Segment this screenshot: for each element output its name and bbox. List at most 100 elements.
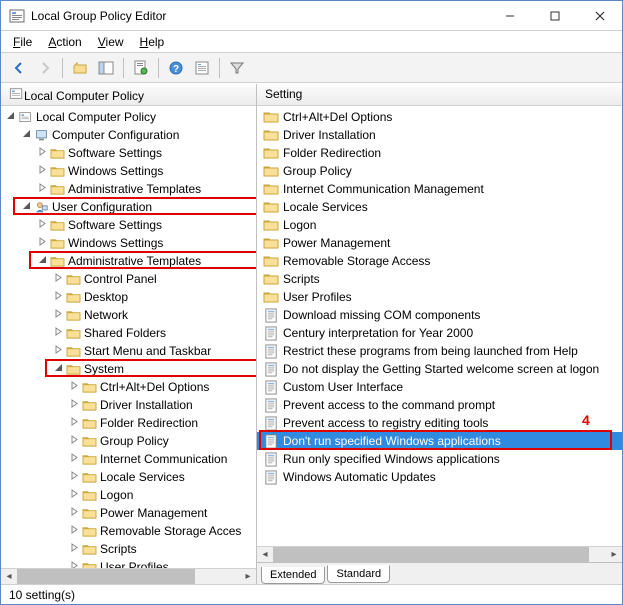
tree-horizontal-scrollbar[interactable]: ◂ ▸ bbox=[1, 568, 256, 584]
tree-item[interactable]: Windows Settings bbox=[3, 234, 256, 252]
expand-icon[interactable] bbox=[67, 507, 81, 519]
tree-item[interactable]: Desktop bbox=[3, 288, 256, 306]
list-item[interactable]: Don't run specified Windows applications bbox=[257, 432, 622, 450]
help-button[interactable]: ? bbox=[164, 56, 188, 80]
expand-icon[interactable] bbox=[67, 561, 81, 568]
scroll-right-icon[interactable]: ▸ bbox=[240, 569, 256, 584]
scroll-right-icon[interactable]: ▸ bbox=[606, 547, 622, 562]
expand-icon[interactable] bbox=[67, 471, 81, 483]
tree-header[interactable]: Local Computer Policy bbox=[1, 84, 256, 106]
tree-system[interactable]: System bbox=[3, 360, 256, 378]
list-item[interactable]: Download missing COM components bbox=[257, 306, 622, 324]
list-item[interactable]: Removable Storage Access bbox=[257, 252, 622, 270]
list-item[interactable]: Restrict these programs from being launc… bbox=[257, 342, 622, 360]
tree-item[interactable]: Internet Communication bbox=[3, 450, 256, 468]
expand-icon[interactable] bbox=[67, 399, 81, 411]
collapse-icon[interactable] bbox=[3, 111, 17, 123]
tree-item[interactable]: Scripts bbox=[3, 540, 256, 558]
tree-item[interactable]: Removable Storage Acces bbox=[3, 522, 256, 540]
expand-icon[interactable] bbox=[51, 309, 65, 321]
expand-icon[interactable] bbox=[67, 453, 81, 465]
menu-help[interactable]: Help bbox=[132, 33, 173, 51]
properties-button[interactable] bbox=[129, 56, 153, 80]
tree-item[interactable]: Locale Services bbox=[3, 468, 256, 486]
forward-button[interactable] bbox=[33, 56, 57, 80]
list-item[interactable]: Windows Automatic Updates bbox=[257, 468, 622, 486]
list-item[interactable]: Run only specified Windows applications bbox=[257, 450, 622, 468]
tree-computer-configuration[interactable]: Computer Configuration bbox=[3, 126, 256, 144]
folder-icon bbox=[81, 397, 97, 413]
collapse-icon[interactable] bbox=[35, 255, 49, 267]
menu-view[interactable]: View bbox=[90, 33, 132, 51]
expand-icon[interactable] bbox=[67, 543, 81, 555]
collapse-icon[interactable] bbox=[19, 129, 33, 141]
filter-button[interactable] bbox=[225, 56, 249, 80]
minimize-button[interactable] bbox=[487, 1, 532, 30]
tree-item[interactable]: Driver Installation bbox=[3, 396, 256, 414]
maximize-button[interactable] bbox=[532, 1, 577, 30]
tree-item[interactable]: User Profiles bbox=[3, 558, 256, 568]
list-item[interactable]: Driver Installation bbox=[257, 126, 622, 144]
tree-item[interactable]: Power Management bbox=[3, 504, 256, 522]
expand-icon[interactable] bbox=[67, 435, 81, 447]
up-button[interactable] bbox=[68, 56, 92, 80]
list-item[interactable]: Prevent access to registry editing tools bbox=[257, 414, 622, 432]
tree-item[interactable]: Group Policy bbox=[3, 432, 256, 450]
expand-icon[interactable] bbox=[35, 165, 49, 177]
list-item[interactable]: Century interpretation for Year 2000 bbox=[257, 324, 622, 342]
list-item[interactable]: Power Management bbox=[257, 234, 622, 252]
tree-root[interactable]: Local Computer Policy bbox=[3, 108, 256, 126]
list-item[interactable]: Group Policy bbox=[257, 162, 622, 180]
menu-file[interactable]: File bbox=[5, 33, 40, 51]
tree-item[interactable]: Network bbox=[3, 306, 256, 324]
list-item[interactable]: Logon bbox=[257, 216, 622, 234]
close-button[interactable] bbox=[577, 1, 622, 30]
expand-icon[interactable] bbox=[51, 327, 65, 339]
tab-standard[interactable]: Standard bbox=[327, 565, 390, 583]
export-list-button[interactable] bbox=[190, 56, 214, 80]
tree-item[interactable]: Logon bbox=[3, 486, 256, 504]
list-item[interactable]: User Profiles bbox=[257, 288, 622, 306]
expand-icon[interactable] bbox=[51, 345, 65, 357]
scroll-left-icon[interactable]: ◂ bbox=[1, 569, 17, 584]
menu-action[interactable]: Action bbox=[40, 33, 89, 51]
list-item[interactable]: Custom User Interface bbox=[257, 378, 622, 396]
expand-icon[interactable] bbox=[35, 237, 49, 249]
list-item[interactable]: Folder Redirection bbox=[257, 144, 622, 162]
list-item[interactable]: Internet Communication Management bbox=[257, 180, 622, 198]
tree-user-configuration[interactable]: User Configuration bbox=[3, 198, 256, 216]
tree-item[interactable]: Control Panel bbox=[3, 270, 256, 288]
list-item[interactable]: Do not display the Getting Started welco… bbox=[257, 360, 622, 378]
expand-icon[interactable] bbox=[67, 417, 81, 429]
expand-icon[interactable] bbox=[67, 489, 81, 501]
collapse-icon[interactable] bbox=[19, 201, 33, 213]
expand-icon[interactable] bbox=[67, 525, 81, 537]
list-item[interactable]: Ctrl+Alt+Del Options bbox=[257, 108, 622, 126]
tree-item[interactable]: Administrative Templates bbox=[3, 180, 256, 198]
show-hide-tree-button[interactable] bbox=[94, 56, 118, 80]
tree-administrative-templates[interactable]: Administrative Templates bbox=[3, 252, 256, 270]
scroll-left-icon[interactable]: ◂ bbox=[257, 547, 273, 562]
tree-item[interactable]: Ctrl+Alt+Del Options bbox=[3, 378, 256, 396]
tree-item[interactable]: Software Settings bbox=[3, 144, 256, 162]
list-item-label: Download missing COM components bbox=[283, 308, 480, 322]
tree-item[interactable]: Windows Settings bbox=[3, 162, 256, 180]
tree-item[interactable]: Shared Folders bbox=[3, 324, 256, 342]
list-horizontal-scrollbar[interactable]: ◂ ▸ bbox=[257, 546, 622, 562]
list-item[interactable]: Locale Services bbox=[257, 198, 622, 216]
expand-icon[interactable] bbox=[35, 183, 49, 195]
tree-item[interactable]: Software Settings bbox=[3, 216, 256, 234]
list-header-setting[interactable]: Setting bbox=[257, 84, 622, 106]
expand-icon[interactable] bbox=[51, 273, 65, 285]
tree-item[interactable]: Start Menu and Taskbar bbox=[3, 342, 256, 360]
list-item[interactable]: Scripts bbox=[257, 270, 622, 288]
expand-icon[interactable] bbox=[51, 291, 65, 303]
expand-icon[interactable] bbox=[35, 219, 49, 231]
expand-icon[interactable] bbox=[35, 147, 49, 159]
tree-item[interactable]: Folder Redirection bbox=[3, 414, 256, 432]
back-button[interactable] bbox=[7, 56, 31, 80]
list-item[interactable]: Prevent access to the command prompt bbox=[257, 396, 622, 414]
collapse-icon[interactable] bbox=[51, 363, 65, 375]
tab-extended[interactable]: Extended bbox=[261, 567, 325, 584]
expand-icon[interactable] bbox=[67, 381, 81, 393]
